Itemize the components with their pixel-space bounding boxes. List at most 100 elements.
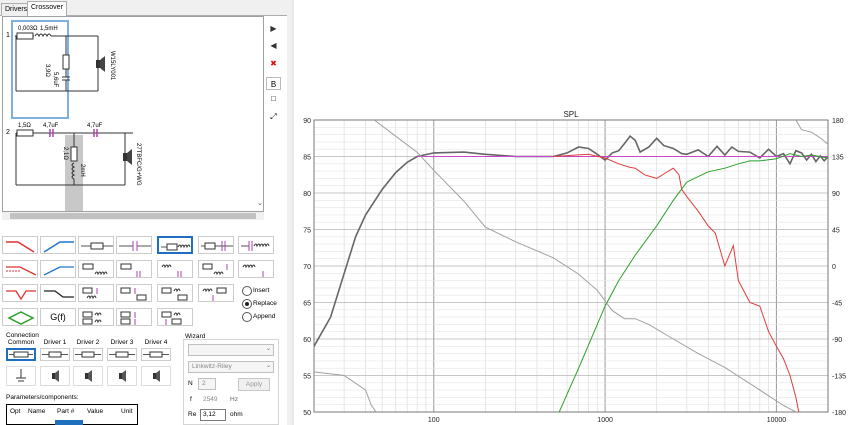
col-name[interactable]: Name [28,408,45,415]
y2-tick-label: 90 [832,191,840,198]
highpass-filter-icon[interactable] [40,236,76,254]
ch2-driver-label: 27TBFC/G+WG [135,143,141,186]
shelf-filter-icon[interactable] [40,284,76,302]
schematic-canvas[interactable]: 1 0,003Ω 1,5mH 3,9Ω 5,6uF W15LY001 2 1,5… [2,16,264,212]
col-part[interactable]: Part # [57,408,74,415]
col-opt[interactable]: Opt [10,408,20,415]
zobel-icon[interactable] [2,308,38,326]
connection-driver-2-button[interactable] [73,348,103,361]
notch-filter-icon[interactable] [2,284,38,302]
y-tick-label: 50 [303,410,311,417]
network-1-icon[interactable] [78,308,114,326]
connection-driver-4-button[interactable] [141,348,171,361]
apply-button[interactable]: Apply [238,378,270,391]
connection-common-button[interactable] [6,348,36,361]
fit-icon[interactable]: ⤢ [266,110,281,123]
ch2-shunt-inductor-label: 2mH [79,164,85,177]
parallel-rlc-icon[interactable] [198,260,234,278]
col-value[interactable]: Value [87,408,103,415]
ch1-shunt-resistor-label: 3,9Ω [44,64,50,77]
series-capacitor-inductor-icon[interactable] [238,236,274,254]
order-label: N [188,380,193,387]
series-parallel-2-icon[interactable] [116,284,152,302]
y-tick-label: 80 [303,191,311,198]
order-value: 2 [202,380,206,387]
alignment-select[interactable]: Linkwitz-Riley ⌄ [188,361,274,373]
y-tick-label: 70 [303,264,311,271]
y-tick-label: 65 [303,301,311,308]
append-radio[interactable]: Append [242,311,290,322]
re-unit: ohm [230,411,243,418]
connection-title: Connection [6,332,39,339]
chart-title: SPL [563,110,579,119]
order-select[interactable]: 2 [198,378,216,390]
series-resistor-capacitor-icon[interactable] [198,236,234,254]
channel-2-number: 2 [6,129,10,136]
connection-driver-1-button[interactable] [40,348,70,361]
wizard-panel: Wizard ⌄ Linkwitz-Riley ⌄ N 2 Apply f 254… [183,333,281,425]
x-tick-label: 100 [428,417,440,424]
y-tick-label: 85 [303,155,311,162]
parameters-title: Parameters/components: [6,394,79,401]
y2-tick-label: -45 [832,301,842,308]
driver-2-speaker-icon[interactable] [73,366,103,386]
lowpass-filter-icon[interactable] [2,236,38,254]
connection-driver-4-label: Driver 4 [144,339,168,346]
ch2-capacitor-1-label: 4,7uF [43,123,59,129]
scroll-down-icon[interactable]: ⌄ [257,199,263,207]
chevron-down-icon: ⌄ [265,346,271,352]
alignment-value: Linkwitz-Riley [192,363,232,370]
parallel-rl-icon[interactable] [78,260,114,278]
ch1-shunt-capacitor-label: 5,6uF [52,72,58,88]
ground-icon[interactable] [6,366,36,386]
filter-type-select[interactable]: ⌄ [188,344,274,356]
ch1-inductor-label: 1,5mH [40,26,58,32]
frequency-value[interactable]: 2549 [203,396,217,403]
col-unit[interactable]: Unit [121,408,133,415]
ch2-resistor-label: 1,5Ω [18,123,31,129]
series-line-0 [314,134,828,347]
parallel-lc-variant-icon[interactable] [238,260,274,278]
series-line-6 [795,120,828,145]
parallel-lc-icon[interactable] [157,260,193,278]
re-input[interactable]: 3,12 [200,409,226,421]
move-left-icon[interactable]: ◀ [266,39,281,52]
table-row-selection[interactable] [55,420,83,425]
series-parallel-4-icon[interactable] [198,284,234,302]
x-tick-label: 10000 [767,417,787,424]
driver-4-speaker-icon[interactable] [141,366,171,386]
insert-radio[interactable]: Insert [242,285,290,296]
driver-1-speaker-icon[interactable] [40,366,70,386]
spl-chart[interactable]: SPL 50 55 60 65 70 75 80 85 90 -180 -135 -90 -45 0 45 90… [294,0,854,425]
y2-tick-label: 135 [832,155,844,162]
parameters-table[interactable]: Opt Name Part # Value Unit [6,404,138,425]
y2-tick-label: 45 [832,228,840,235]
transfer-function-button[interactable]: G(f) [40,308,76,326]
parallel-rc-icon[interactable] [116,260,152,278]
ch2-shunt-resistor-label: 2,1Ω [62,147,68,160]
highpass-variant-icon[interactable] [40,260,76,278]
y-tick-label: 90 [303,118,311,125]
connection-driver-2-label: Driver 2 [76,339,100,346]
series-parallel-1-icon[interactable] [78,284,114,302]
lowpass-variant-icon[interactable] [2,260,38,278]
series-parallel-3-icon[interactable] [157,284,193,302]
delete-icon[interactable]: ✖ [266,57,281,70]
move-right-icon[interactable]: ▶ [266,22,281,35]
horizontal-scrollbar[interactable] [2,212,264,220]
network-2-icon[interactable] [116,308,152,326]
replace-radio[interactable]: Replace [242,298,290,309]
y2-tick-label: 0 [832,264,836,271]
driver-3-speaker-icon[interactable] [107,366,137,386]
square-icon[interactable]: □ [266,92,281,105]
series-resistor-icon[interactable] [78,236,114,254]
network-3-icon[interactable] [157,308,193,326]
re-label: Re [188,411,197,418]
tab-crossover[interactable]: Crossover [27,1,67,17]
series-resistor-inductor-icon[interactable] [157,236,193,254]
scrollbar-thumb[interactable] [10,213,256,219]
series-capacitor-icon[interactable] [116,236,152,254]
b-button[interactable]: B [266,77,281,90]
connection-driver-3-button[interactable] [107,348,137,361]
frequency-unit: Hz [230,396,238,403]
